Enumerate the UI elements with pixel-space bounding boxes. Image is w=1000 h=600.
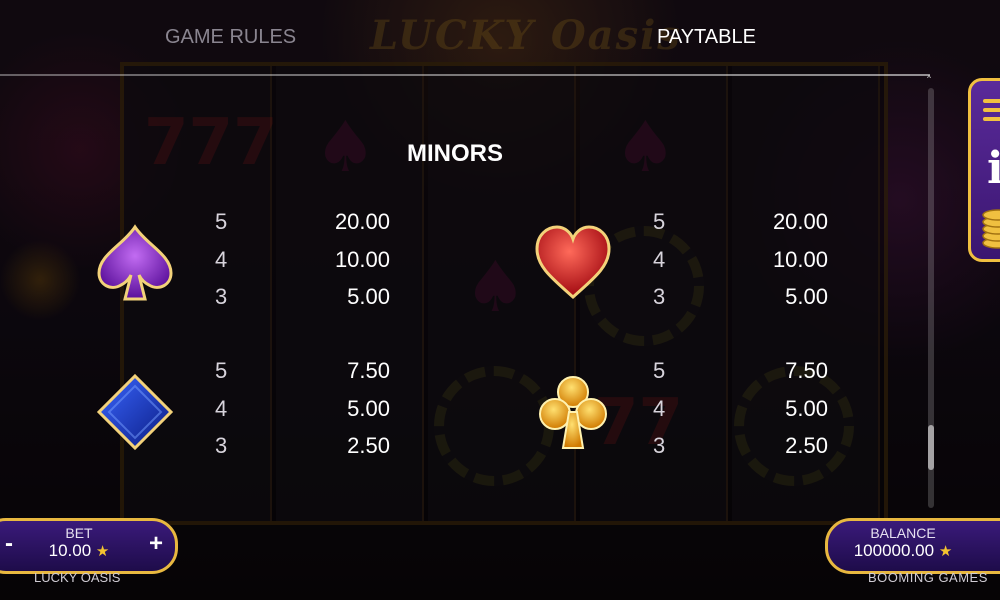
side-menu: i	[968, 78, 1000, 262]
payout-value: 7.50	[347, 358, 390, 383]
payout-value: 7.50	[785, 358, 828, 383]
paytable-entry-spade: 5 20.00 4 10.00 3 5.00	[95, 205, 395, 325]
balance-value: 100000.00	[853, 541, 935, 560]
symbol-count: 4	[215, 396, 228, 421]
coins-icon[interactable]	[981, 209, 1000, 249]
scrollbar-thumb[interactable]	[928, 425, 934, 470]
symbol-count: 5	[215, 209, 228, 234]
section-title: MINORS	[407, 140, 503, 167]
bet-increase-button[interactable]: +	[149, 530, 163, 558]
payout-value: 2.50	[785, 433, 828, 458]
info-icon[interactable]: i	[987, 143, 1000, 194]
symbol-count: 5	[653, 358, 666, 383]
symbol-count: 5	[215, 358, 228, 383]
symbol-count: 4	[653, 396, 666, 421]
tab-game-rules[interactable]: GAME RULES	[165, 26, 296, 49]
payout-value: 20.00	[772, 209, 828, 234]
game-name: LUCKY OASIS	[34, 570, 121, 585]
symbol-count: 4	[215, 247, 228, 272]
bet-panel: - BET 10.00 ★ +	[0, 518, 178, 574]
symbol-count: 3	[215, 284, 228, 309]
symbol-count: 3	[653, 433, 666, 458]
star-icon: ★	[938, 543, 953, 560]
bet-value: 10.00	[48, 541, 92, 560]
balance-panel: BALANCE 100000.00 ★	[825, 518, 1000, 574]
star-icon: ★	[95, 543, 110, 560]
payout-value: 10.00	[334, 247, 390, 272]
payout-value: 5.00	[347, 396, 390, 421]
payout-value: 5.00	[785, 396, 828, 421]
payout-value: 5.00	[347, 284, 390, 309]
balance-label: BALANCE	[870, 525, 936, 541]
symbol-count: 4	[653, 247, 666, 272]
payout-value: 20.00	[334, 209, 390, 234]
scroll-up-icon[interactable]: ˄	[926, 74, 932, 88]
payout-value: 10.00	[772, 247, 828, 272]
symbol-count: 3	[653, 284, 666, 309]
menu-icon[interactable]	[983, 99, 1000, 126]
symbol-count: 5	[653, 209, 666, 234]
payout-value: 2.50	[347, 433, 390, 458]
tab-divider	[0, 74, 930, 76]
provider-name: BOOMING GAMES	[868, 570, 988, 585]
payout-value: 5.00	[785, 284, 828, 309]
paytable-entry-heart: 5 20.00 4 10.00 3 5.00	[533, 205, 833, 325]
tab-paytable[interactable]: PAYTABLE	[657, 26, 756, 49]
balance-value-row: 100000.00 ★	[828, 541, 978, 561]
paytable-entry-club: 5 7.50 4 5.00 3 2.50	[533, 354, 833, 474]
symbol-count: 3	[215, 433, 228, 458]
paytable-entry-diamond: 5 7.50 4 5.00 3 2.50	[95, 354, 395, 474]
